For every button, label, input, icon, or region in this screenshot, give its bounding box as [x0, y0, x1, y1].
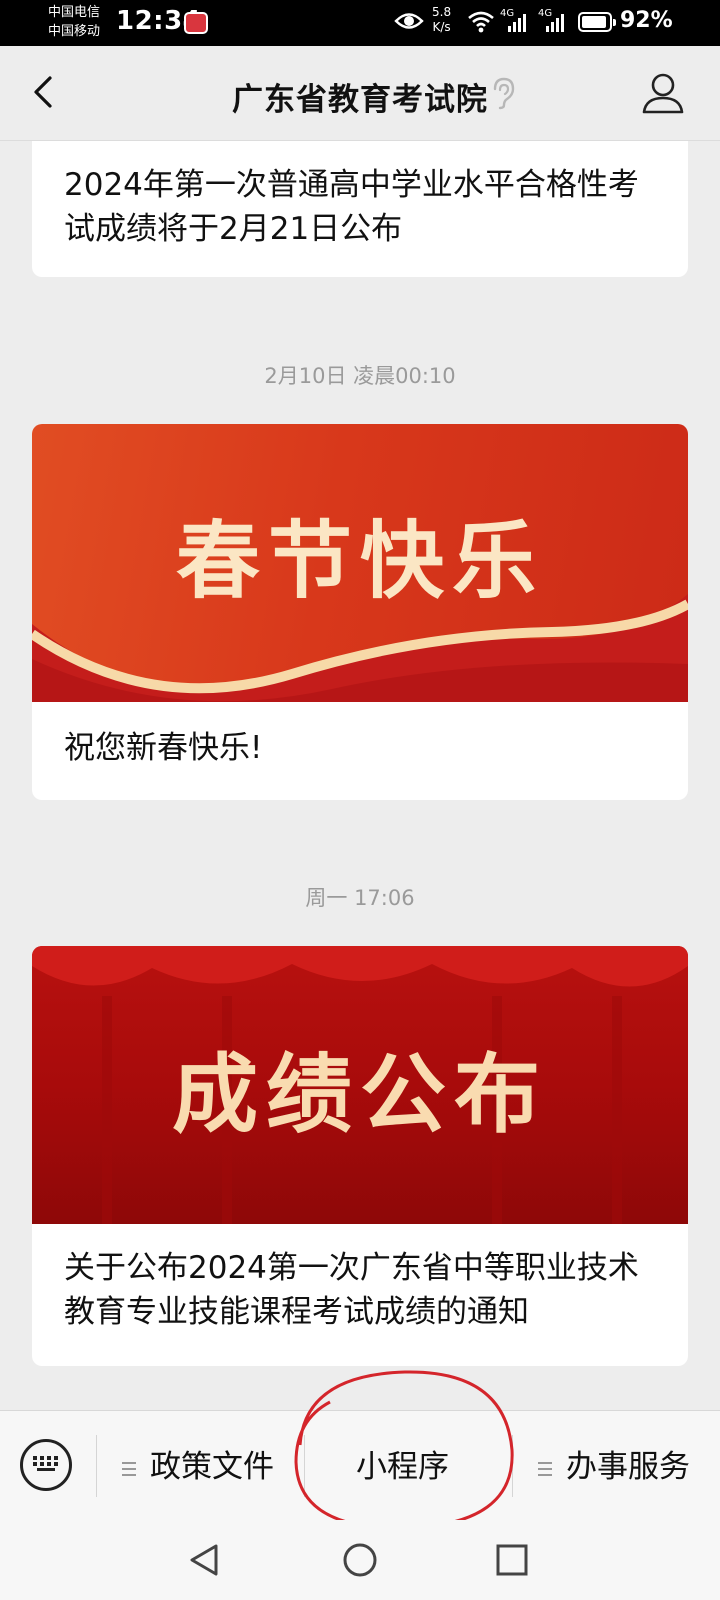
banner-text: 春节快乐 [175, 512, 544, 610]
menu-divider [512, 1435, 513, 1497]
message-timestamp: 2月10日 凌晨00:10 [264, 364, 456, 388]
keyboard-keys [33, 1456, 58, 1471]
carrier-1: 中国电信 [48, 5, 101, 20]
wifi-icon [468, 11, 494, 33]
system-nav-bar [0, 1520, 720, 1600]
network-speed-unit: K/s [432, 20, 451, 34]
page-title: 广东省教育考试院 [232, 82, 488, 118]
article-title: 祝您新春快乐! [64, 730, 263, 766]
article-card[interactable]: 春节快乐 祝您新春快乐! [32, 424, 688, 800]
carrier-info: 中国电信 中国移动 [48, 3, 100, 41]
article-title: 2024年第一次普通高中学业水平合格性考试成绩将于2月21日公布 [64, 167, 639, 247]
menu-item-services[interactable]: 办事服务 [538, 1439, 690, 1495]
nav-home-icon[interactable] [340, 1540, 380, 1580]
message-timestamp: 周一 17:06 [305, 886, 415, 910]
menu-item-label: 政策文件 [150, 1449, 274, 1485]
menu-lines-icon [122, 1458, 136, 1480]
article-card[interactable]: 2024年第一次普通高中学业水平合格性考试成绩将于2月21日公布 [32, 141, 688, 277]
carrier-2: 中国移动 [48, 24, 101, 39]
signal-bars-icon [508, 14, 526, 32]
battery-icon [578, 12, 616, 32]
status-bar: 中国电信 中国移动 12:34 5.8 K/s 4G 4G 92% [0, 0, 720, 46]
menu-item-label: 小程序 [356, 1449, 449, 1485]
banner-text: 成绩公布 [172, 1045, 548, 1145]
article-title: 关于公布2024第一次广东省中等职业技术教育专业技能课程考试成绩的通知 [64, 1250, 639, 1330]
notification-app-icon [184, 12, 208, 34]
user-icon[interactable] [640, 70, 686, 116]
bottom-menu: 政策文件 小程序 办事服务 [0, 1410, 720, 1521]
network-speed: 5.8 K/s [432, 5, 451, 35]
ear-icon[interactable] [490, 76, 518, 110]
signal-bars-icon [546, 14, 564, 32]
article-card[interactable]: 成绩公布 关于公布2024第一次广东省中等职业技术教育专业技能课程考试成绩的通知 [32, 946, 688, 1366]
keyboard-icon[interactable] [20, 1439, 72, 1491]
menu-item-policy[interactable]: 政策文件 [122, 1439, 274, 1495]
article-cover-image: 成绩公布 [32, 946, 688, 1224]
network-speed-value: 5.8 [432, 5, 452, 19]
eye-icon [394, 13, 424, 29]
nav-back-icon[interactable] [186, 1540, 226, 1580]
menu-divider [96, 1435, 97, 1497]
battery-percent: 92% [620, 8, 673, 33]
chat-header: 广东省教育考试院 [0, 46, 720, 141]
nav-recents-icon[interactable] [492, 1540, 532, 1580]
menu-lines-icon [538, 1458, 552, 1480]
menu-item-label: 办事服务 [566, 1449, 690, 1485]
menu-item-mini-program[interactable]: 小程序 [356, 1439, 449, 1495]
menu-divider [304, 1435, 305, 1497]
article-cover-image: 春节快乐 [32, 424, 688, 702]
